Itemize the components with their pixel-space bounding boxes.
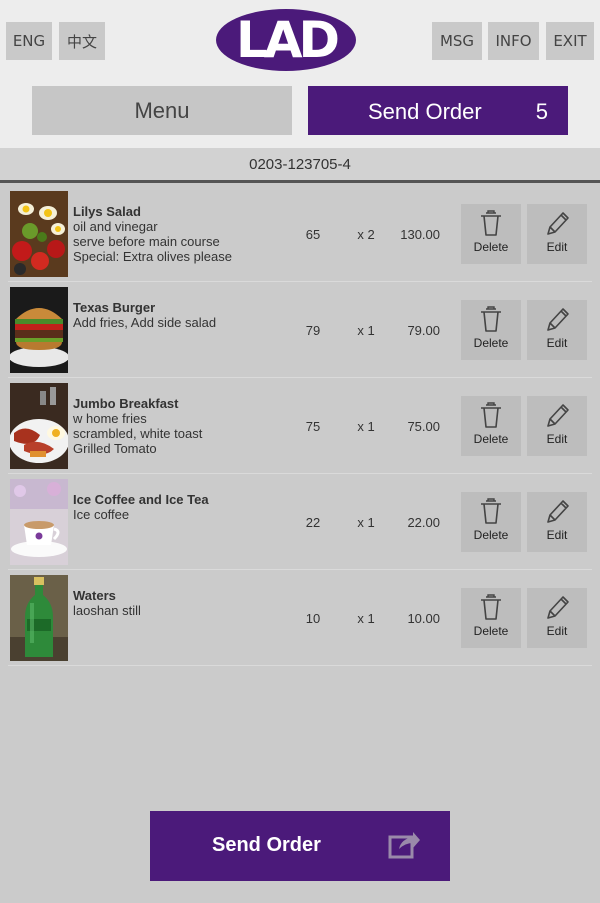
- edit-label: Edit: [546, 432, 568, 446]
- item-total: 130.00: [400, 227, 440, 242]
- edit-label: Edit: [546, 336, 568, 350]
- svg-text:LAD: LAD: [236, 11, 338, 69]
- trash-icon: [481, 594, 501, 620]
- exit-button[interactable]: EXIT: [546, 22, 594, 60]
- item-quantity: x 1: [357, 515, 375, 530]
- item-info: Jumbo Breakfast w home fries scrambled, …: [73, 396, 303, 456]
- item-quantity: x 1: [357, 419, 375, 434]
- pencil-icon: [547, 404, 569, 427]
- order-number: 0203-123705-4: [0, 148, 600, 180]
- pencil-icon: [547, 500, 569, 523]
- order-item-row: Ice Coffee and Ice Tea Ice coffee 22 x 1…: [8, 474, 592, 570]
- breakfast-photo: [10, 383, 68, 469]
- edit-label: Edit: [546, 240, 568, 254]
- delete-button[interactable]: Delete: [461, 588, 521, 648]
- language-english-button[interactable]: ENG: [6, 22, 52, 60]
- send-order-button[interactable]: Send Order: [150, 811, 450, 881]
- item-total: 75.00: [407, 419, 440, 434]
- top-bar: ENG 中文 LAD MSG INFO EXIT Menu Send Order…: [0, 0, 600, 148]
- item-info: Lilys Salad oil and vinegar serve before…: [73, 204, 303, 264]
- edit-button[interactable]: Edit: [527, 588, 587, 648]
- item-name: Lilys Salad: [73, 204, 141, 219]
- item-note: oil and vinegar: [73, 219, 158, 234]
- order-item-row: Jumbo Breakfast w home fries scrambled, …: [8, 378, 592, 474]
- delete-label: Delete: [473, 624, 509, 638]
- delete-button[interactable]: Delete: [461, 396, 521, 456]
- item-total: 79.00: [407, 323, 440, 338]
- delete-label: Delete: [473, 336, 509, 350]
- item-quantity: x 1: [357, 611, 375, 626]
- messages-button[interactable]: MSG: [432, 22, 482, 60]
- item-note: Add fries, Add side salad: [73, 315, 217, 330]
- item-note: Special: Extra olives please: [73, 249, 232, 264]
- language-chinese-button[interactable]: 中文: [59, 22, 105, 60]
- send-order-tab[interactable]: Send Order 5: [308, 86, 568, 135]
- trash-icon: [481, 402, 501, 428]
- item-quantity: x 1: [357, 323, 375, 338]
- info-button[interactable]: INFO: [488, 22, 539, 60]
- item-note: serve before main course: [73, 234, 220, 249]
- order-item-row: Waters laoshan still 10 x 1 10.00 Delete…: [8, 570, 592, 666]
- delete-label: Delete: [473, 432, 509, 446]
- item-info: Waters laoshan still: [73, 588, 303, 618]
- edit-label: Edit: [546, 624, 568, 638]
- item-note: Ice coffee: [73, 507, 130, 522]
- order-item-count: 5: [535, 99, 548, 124]
- trash-icon: [481, 210, 501, 236]
- send-order-label: Send Order: [212, 834, 321, 856]
- item-note: w home fries: [73, 411, 147, 426]
- trash-icon: [481, 306, 501, 332]
- item-quantity: x 2: [357, 227, 375, 242]
- edit-button[interactable]: Edit: [527, 204, 587, 264]
- edit-button[interactable]: Edit: [527, 300, 587, 360]
- item-info: Ice Coffee and Ice Tea Ice coffee: [73, 492, 303, 522]
- item-price: 75: [305, 419, 321, 434]
- item-name: Jumbo Breakfast: [73, 396, 179, 411]
- divider: [0, 180, 600, 183]
- item-name: Texas Burger: [73, 300, 156, 315]
- item-price: 10: [305, 611, 321, 626]
- share-icon: [388, 832, 420, 859]
- edit-button[interactable]: Edit: [527, 396, 587, 456]
- item-name: Ice Coffee and Ice Tea: [73, 492, 209, 507]
- item-note: laoshan still: [73, 603, 141, 618]
- item-name: Waters: [73, 588, 116, 603]
- edit-label: Edit: [546, 528, 568, 542]
- delete-button[interactable]: Delete: [461, 204, 521, 264]
- trash-icon: [481, 498, 501, 524]
- item-info: Texas Burger Add fries, Add side salad: [73, 300, 303, 330]
- pencil-icon: [547, 308, 569, 331]
- delete-button[interactable]: Delete: [461, 300, 521, 360]
- item-note: Grilled Tomato: [73, 441, 157, 456]
- order-item-list: Lilys Salad oil and vinegar serve before…: [0, 186, 600, 666]
- send-order-tab-label: Send Order: [368, 99, 482, 124]
- item-total: 22.00: [407, 515, 440, 530]
- coffee-photo: [10, 479, 68, 565]
- item-price: 65: [305, 227, 321, 242]
- delete-button[interactable]: Delete: [461, 492, 521, 552]
- pencil-icon: [547, 596, 569, 619]
- item-price: 79: [305, 323, 321, 338]
- order-item-row: Texas Burger Add fries, Add side salad 7…: [8, 282, 592, 378]
- delete-label: Delete: [473, 528, 509, 542]
- menu-tab[interactable]: Menu: [32, 86, 292, 135]
- burger-photo: [10, 287, 68, 373]
- lad-logo: LAD: [215, 8, 357, 72]
- water-bottle-photo: [10, 575, 68, 661]
- edit-button[interactable]: Edit: [527, 492, 587, 552]
- delete-label: Delete: [473, 240, 509, 254]
- item-total: 10.00: [407, 611, 440, 626]
- order-item-row: Lilys Salad oil and vinegar serve before…: [8, 186, 592, 282]
- item-price: 22: [305, 515, 321, 530]
- item-note: scrambled, white toast: [73, 426, 203, 441]
- salad-photo: [10, 191, 68, 277]
- pencil-icon: [547, 212, 569, 235]
